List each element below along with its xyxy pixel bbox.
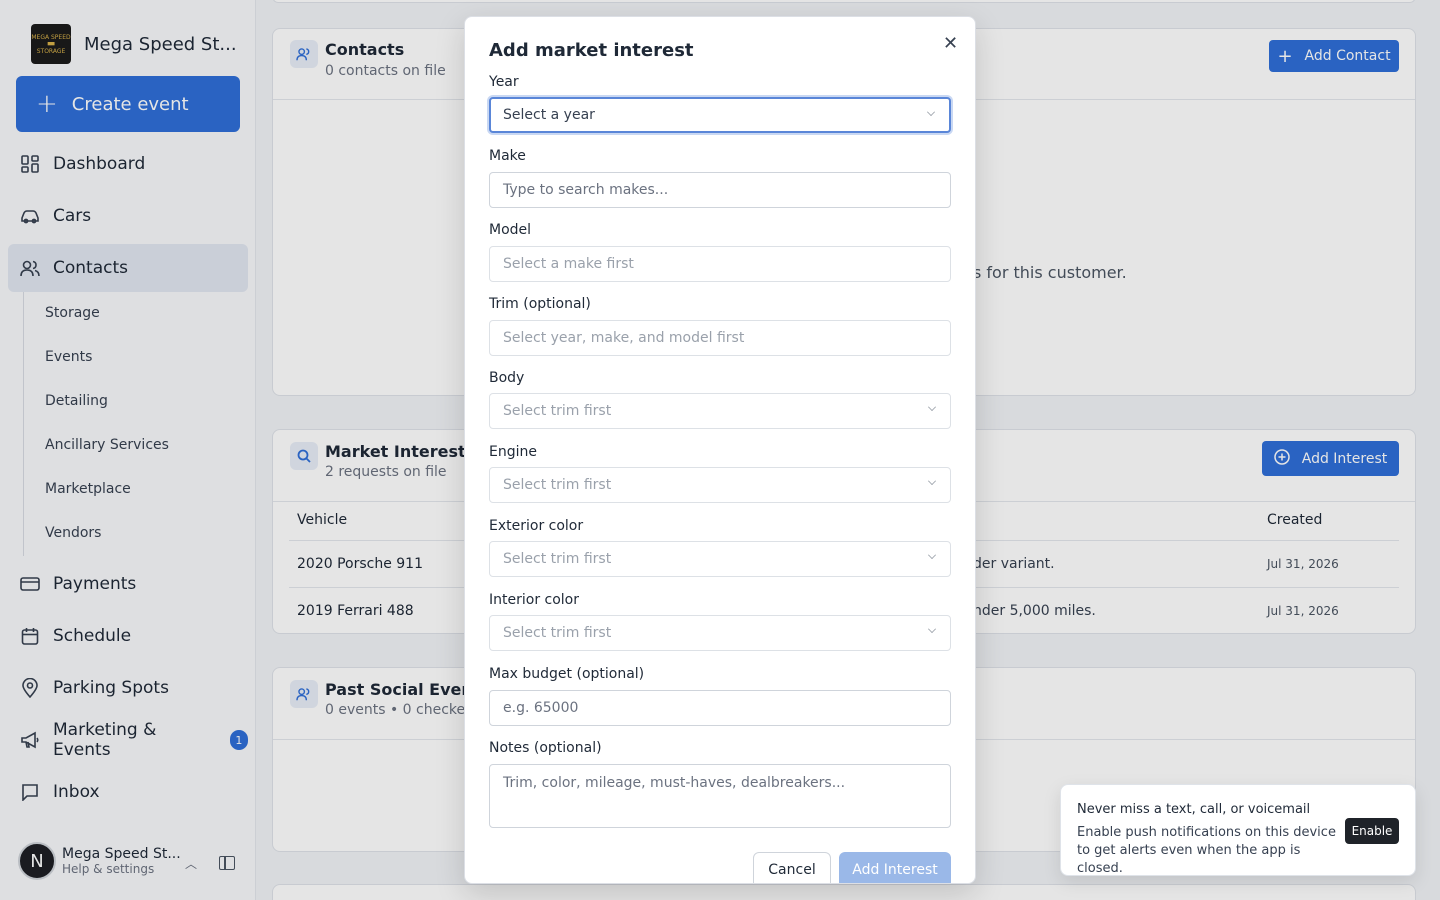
chevron-down-icon	[928, 551, 936, 559]
exterior-color-select-value: Select trim first	[503, 551, 612, 567]
trim-label: Trim (optional)	[489, 296, 591, 312]
exterior-color-label: Exterior color	[489, 518, 584, 534]
toast-title: Never miss a text, call, or voicemail	[1077, 802, 1311, 817]
toast-body: Enable push notifications on this device…	[1077, 825, 1336, 876]
interior-color-select[interactable]: Select trim first	[489, 615, 951, 651]
push-notification-prompt: Never miss a text, call, or voicemail En…	[1060, 784, 1416, 876]
model-input-placeholder: Select a make first	[503, 256, 634, 272]
chevron-down-icon	[927, 108, 935, 116]
interior-color-select-value: Select trim first	[503, 625, 612, 641]
add-market-interest-dialog: Add market interest ✕ Year Select a year…	[464, 16, 976, 884]
chevron-down-icon	[928, 403, 936, 411]
cancel-button[interactable]: Cancel	[753, 852, 831, 883]
engine-select-value: Select trim first	[503, 477, 612, 493]
engine-label: Engine	[489, 444, 537, 460]
max-budget-input[interactable]: e.g. 65000	[489, 690, 951, 726]
make-label: Make	[489, 148, 526, 164]
model-label: Model	[489, 222, 532, 238]
trim-input[interactable]: Select year, make, and model first	[489, 320, 951, 356]
interior-color-label: Interior color	[489, 592, 579, 608]
body-label: Body	[489, 370, 525, 386]
notes-textarea[interactable]: Trim, color, mileage, must-haves, dealbr…	[489, 764, 951, 828]
notes-label: Notes (optional)	[489, 740, 602, 756]
notes-placeholder: Trim, color, mileage, must-haves, dealbr…	[503, 775, 846, 791]
year-label: Year	[489, 74, 519, 90]
dialog-title: Add market interest	[489, 40, 694, 61]
make-input[interactable]: Type to search makes...	[489, 172, 951, 208]
body-select-value: Select trim first	[503, 403, 612, 419]
trim-input-placeholder: Select year, make, and model first	[503, 330, 745, 346]
max-budget-placeholder: e.g. 65000	[503, 700, 579, 716]
exterior-color-select[interactable]: Select trim first	[489, 541, 951, 577]
close-icon[interactable]: ✕	[943, 33, 958, 54]
chevron-down-icon	[928, 625, 936, 633]
model-input[interactable]: Select a make first	[489, 246, 951, 282]
year-select[interactable]: Select a year	[489, 97, 951, 133]
make-input-placeholder: Type to search makes...	[503, 182, 669, 198]
max-budget-label: Max budget (optional)	[489, 666, 645, 682]
engine-select[interactable]: Select trim first	[489, 467, 951, 503]
chevron-down-icon	[928, 477, 936, 485]
year-select-value: Select a year	[503, 107, 595, 123]
enable-notifications-button[interactable]: Enable	[1345, 818, 1399, 844]
body-select[interactable]: Select trim first	[489, 393, 951, 429]
add-interest-submit-button[interactable]: Add Interest	[839, 852, 951, 883]
